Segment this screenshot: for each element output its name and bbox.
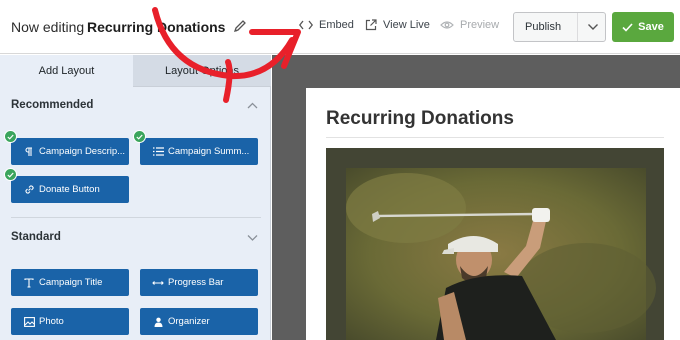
top-toolbar: Now editing Recurring Donations Embed Vi… xyxy=(0,0,680,54)
save-label: Save xyxy=(638,21,664,33)
link-icon xyxy=(19,184,39,195)
campaign-photo[interactable] xyxy=(326,148,664,340)
form-title[interactable]: Recurring Donations xyxy=(87,19,225,35)
chevron-up-icon[interactable] xyxy=(247,102,258,109)
check-icon xyxy=(4,168,17,181)
block-label: Campaign Descrip... xyxy=(39,146,126,157)
code-icon xyxy=(299,20,313,30)
golfer-image xyxy=(326,148,664,340)
block-donate-button[interactable]: Donate Button xyxy=(11,176,129,203)
block-label: Campaign Title xyxy=(39,277,103,288)
list-icon xyxy=(148,147,168,156)
check-icon xyxy=(133,130,146,143)
preview-title: Recurring Donations xyxy=(326,108,514,129)
block-organizer[interactable]: Organizer xyxy=(140,308,258,335)
paragraph-icon xyxy=(19,146,39,157)
publish-label: Publish xyxy=(525,21,562,33)
preview-label: Preview xyxy=(460,19,500,31)
block-label: Campaign Summ... xyxy=(168,146,250,157)
view-live-label: View Live xyxy=(383,19,430,31)
block-campaign-description[interactable]: Campaign Descrip... xyxy=(11,138,129,165)
chevron-down-icon[interactable] xyxy=(587,23,599,31)
tab-add-layout[interactable]: Add Layout xyxy=(0,55,133,87)
user-icon xyxy=(148,317,168,327)
image-icon xyxy=(19,316,39,327)
pencil-icon[interactable] xyxy=(232,18,248,34)
check-icon xyxy=(4,130,17,143)
chevron-down-icon[interactable] xyxy=(247,234,258,241)
block-photo[interactable]: Photo xyxy=(11,308,129,335)
progress-icon xyxy=(148,279,168,287)
publish-divider xyxy=(577,13,578,41)
section-divider xyxy=(11,217,261,218)
preview-button[interactable]: Preview xyxy=(440,19,499,31)
block-label: Progress Bar xyxy=(168,277,224,288)
block-label: Organizer xyxy=(168,316,210,327)
editing-prefix: Now editing xyxy=(11,19,85,35)
text-icon xyxy=(19,277,39,288)
block-campaign-title[interactable]: Campaign Title xyxy=(11,269,129,296)
view-live-button[interactable]: View Live xyxy=(365,19,430,31)
block-label: Donate Button xyxy=(39,184,100,195)
publish-dropdown[interactable]: Publish xyxy=(513,12,606,42)
title-divider xyxy=(326,137,664,138)
block-label: Photo xyxy=(39,316,64,327)
block-progress-bar[interactable]: Progress Bar xyxy=(140,269,258,296)
tab-layout-options[interactable]: Layout Options xyxy=(133,55,271,87)
eye-icon xyxy=(440,21,454,29)
checkmark-icon xyxy=(622,22,633,32)
embed-label: Embed xyxy=(319,19,354,31)
external-link-icon xyxy=(365,19,377,31)
section-title-standard[interactable]: Standard xyxy=(11,231,61,243)
section-title-recommended[interactable]: Recommended xyxy=(11,99,93,111)
save-button[interactable]: Save xyxy=(612,12,674,42)
embed-button[interactable]: Embed xyxy=(299,19,354,31)
block-campaign-summary[interactable]: Campaign Summ... xyxy=(140,138,258,165)
